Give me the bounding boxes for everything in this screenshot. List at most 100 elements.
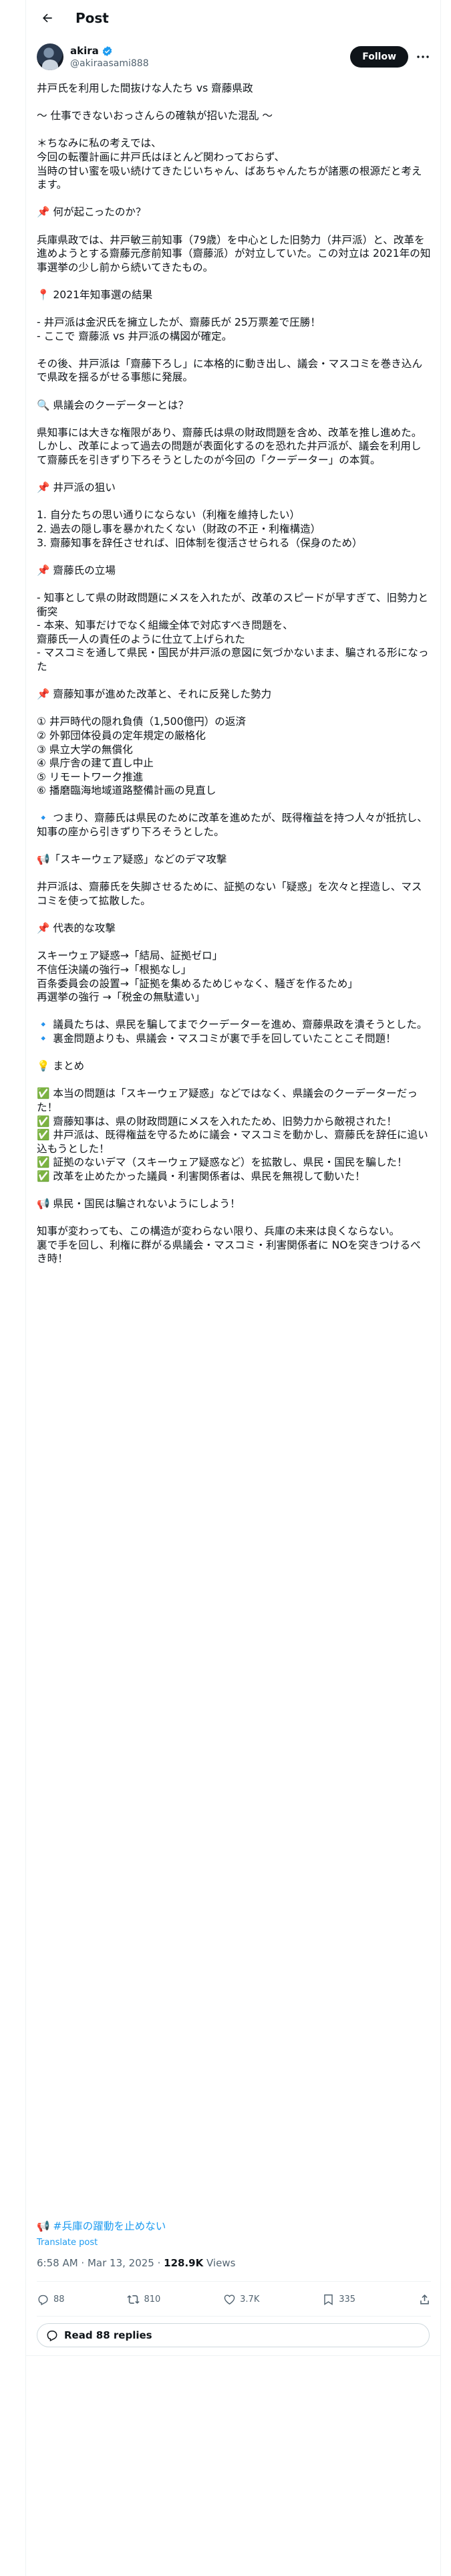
share-button[interactable] [418, 2293, 431, 2306]
post-line: 百条委員会の設置→「証拠を集めるためじゃなく、騒ぎを作るため」 [37, 977, 358, 990]
post-line [37, 1184, 431, 1198]
repost-count: 810 [144, 2294, 161, 2304]
post-line [37, 385, 431, 399]
action-bar: 88 810 3.7K 335 [37, 2286, 431, 2313]
post-line: ✅ 改革を止めたかった議員・利害関係者は、県民を無視して動いた！ [37, 1170, 365, 1182]
arrow-left-icon [43, 13, 52, 22]
post-line [37, 495, 431, 509]
views-label: Views [203, 2257, 236, 2269]
divider [37, 2281, 431, 2282]
hashtag-line: 📢 #兵庫の躍動を止めない [37, 2218, 166, 2233]
post-line: 📢「スキーウェア疑惑」などのデマ攻撃 [37, 853, 227, 866]
post-line [37, 839, 431, 853]
post-line: 今回の転覆計画に井戸氏はほとんど関わっておらず、 [37, 150, 285, 163]
reply-count: 88 [53, 2294, 65, 2304]
post-line: 〜 仕事できないおっさんらの確執が招いた混乱 〜 [37, 110, 273, 122]
post-line: 📢 県民・国民は騙されないようにしよう！ [37, 1198, 241, 1210]
post-line [37, 674, 431, 688]
post-line: - ここで 齋藤派 vs 井戸派の構図が確定。 [37, 330, 233, 342]
post-line: スキーウェア疑惑→「結局、証拠ゼロ」 [37, 950, 223, 962]
like-button[interactable]: 3.7K [223, 2293, 259, 2306]
verified-badge-icon [102, 45, 112, 56]
post-line [37, 867, 431, 881]
post-line: 📌 代表的な攻撃 [37, 922, 116, 935]
views-count: 128.9K [164, 2257, 204, 2269]
translate-post-link[interactable]: Translate post [37, 2238, 98, 2248]
post-line: 📌 井戸派の狙い [37, 481, 116, 494]
repost-button[interactable]: 810 [127, 2293, 160, 2306]
post-line: 🔹 議員たちは、県民を騙してまでクーデーターを進め、齋藤県政を潰そうとした。 [37, 1018, 428, 1031]
post-column: Post akira @akiraasami888 Follow 井戸氏を利用し… [25, 0, 441, 2576]
post-line [37, 96, 431, 110]
divider [26, 2355, 440, 2356]
megaphone-emoji: 📢 [37, 2220, 50, 2232]
author-name[interactable]: akira [70, 45, 99, 57]
post-line: 📌 齋藤知事が進めた改革と、それに反発した勢力 [37, 688, 272, 701]
page-title: Post [76, 9, 109, 26]
post-line: ④ 県庁舎の建て直し中止 [37, 757, 154, 770]
post-text: 井戸氏を利用した間抜けな人たち vs 齋藤県政 〜 仕事できないおっさんらの確執… [37, 82, 431, 1266]
post-line [37, 908, 431, 922]
post-line: ✅ 齋藤知事は、県の財政問題にメスを入れたため、旧勢力から敵視された！ [37, 1115, 397, 1128]
post-meta: 6:58 AM · Mar 13, 2025 · 128.9K Views [37, 2257, 235, 2269]
post-line: ① 井戸時代の隠れ負債（1,500億円）の返済 [37, 716, 247, 728]
post-line: 井戸派は、齋藤氏を失脚させるために、証拠のない「疑惑」を次々と捏造し、マスコミを… [37, 881, 422, 907]
post-line: 兵庫県政では、井戸敏三前知事（79歳）を中心とした旧勢力（井戸派）と、改革を進め… [37, 233, 431, 274]
bookmark-count: 335 [339, 2294, 356, 2304]
author-name-row: akira [70, 45, 113, 57]
post-line: 再選挙の強行 →「税金の無駄遣い」 [37, 991, 205, 1004]
bookmark-button[interactable]: 335 [322, 2293, 355, 2306]
back-button[interactable] [35, 6, 59, 30]
more-options-button[interactable] [415, 49, 431, 65]
post-timestamp[interactable]: 6:58 AM · Mar 13, 2025 · [37, 2257, 164, 2269]
post-line [37, 936, 431, 950]
post-line: 1. 自分たちの思い通りにならない（利権を維持したい） [37, 509, 301, 522]
post-line: 2. 過去の隠し事を暴かれたくない（財政の不正・利権構造） [37, 523, 321, 535]
like-count: 3.7K [240, 2294, 260, 2304]
heart-icon [224, 2294, 235, 2304]
post-line: 🔍 県議会のクーデーターとは？ [37, 399, 189, 411]
post-line [37, 1046, 431, 1060]
post-line [37, 550, 431, 564]
post-line: 💡 まとめ [37, 1060, 85, 1073]
post-line: 不信任決議の強行→「根拠なし」 [37, 964, 192, 976]
post-line: その後、井戸派は「齋藤下ろし」に本格的に動き出し、議会・マスコミを巻き込んで県政… [37, 357, 422, 384]
read-replies-button[interactable]: Read 88 replies [37, 2323, 430, 2347]
post-line: - 本来、知事だけでなく組織全体で対応すべき問題を、 [37, 619, 293, 632]
post-line: ✅ 証拠のないデマ（スキーウェア疑惑など）を拡散し、県民・国民を騙した！ [37, 1156, 408, 1169]
post-line [37, 192, 431, 206]
post-line [37, 1073, 431, 1087]
post-line: 📌 齋藤氏の立場 [37, 564, 116, 576]
author-handle[interactable]: @akiraasami888 [70, 58, 149, 69]
post-line: 📌 何が起こったのか？ [37, 206, 146, 219]
post-line: ⑤ リモートワーク推進 [37, 770, 144, 783]
post-line: 齋藤氏一人の責任のように仕立て上げられた [37, 633, 245, 645]
post-line [37, 302, 431, 316]
post-line: 当時の甘い蜜を吸い続けてきたじいちゃん、ばあちゃんたちが諸悪の根源だと考えます。 [37, 165, 422, 191]
post-line [37, 1211, 431, 1225]
ellipsis-icon [417, 56, 429, 58]
post-line: ⑥ 播磨臨海地域道路整備計画の見直し [37, 784, 216, 797]
post-line: ✅ 井戸派は、既得権益を守るために議会・マスコミを動かし、齋藤氏を辞任に追い込も… [37, 1129, 428, 1155]
post-line: - マスコミを通して県民・国民が井戸派の意図に気づかないまま、騙される形になった [37, 647, 429, 673]
post-line: ③ 県立大学の無償化 [37, 743, 133, 756]
post-line: - 知事として県の財政問題にメスを入れたが、改革のスピードが早すぎて、旧勢力と衝… [37, 591, 428, 618]
post-line: 県知事には大きな権限があり、齋藤氏は県の財政問題を含め、改革を推し進めた。しかし… [37, 426, 422, 467]
post-line: ＊ちなみに私の考えでは、 [37, 137, 162, 150]
top-bar: Post [26, 0, 440, 35]
post-line [37, 412, 431, 426]
reply-icon [38, 2294, 48, 2305]
post-line [37, 702, 431, 716]
post-line: 🔹 裏金問題よりも、県議会・マスコミが裏で手を回していたことこそ問題！ [37, 1032, 396, 1045]
post-line [37, 577, 431, 591]
post-line: 裏で手を回し、利権に群がる県議会・マスコミ・利害関係者に NOを突きつけるべき時… [37, 1239, 421, 1265]
post-line: ✅ 本当の問題は「スキーウェア疑惑」などではなく、県議会のクーデーターだった！ [37, 1087, 418, 1113]
post-line: 3. 齋藤知事を辞任させれば、旧体制を復活させられる（保身のため） [37, 536, 363, 549]
reply-button[interactable]: 88 [37, 2293, 65, 2306]
speech-bubble-icon [47, 2331, 57, 2342]
avatar[interactable] [37, 43, 63, 70]
repost-icon [127, 2294, 140, 2304]
follow-button[interactable]: Follow [350, 46, 408, 68]
post-line: 🔹 つまり、齋藤氏は県民のために改革を進めたが、既得権益を持つ人々が抵抗し、知事… [37, 812, 428, 839]
hashtag-link[interactable]: #兵庫の躍動を止めない [53, 2220, 166, 2232]
